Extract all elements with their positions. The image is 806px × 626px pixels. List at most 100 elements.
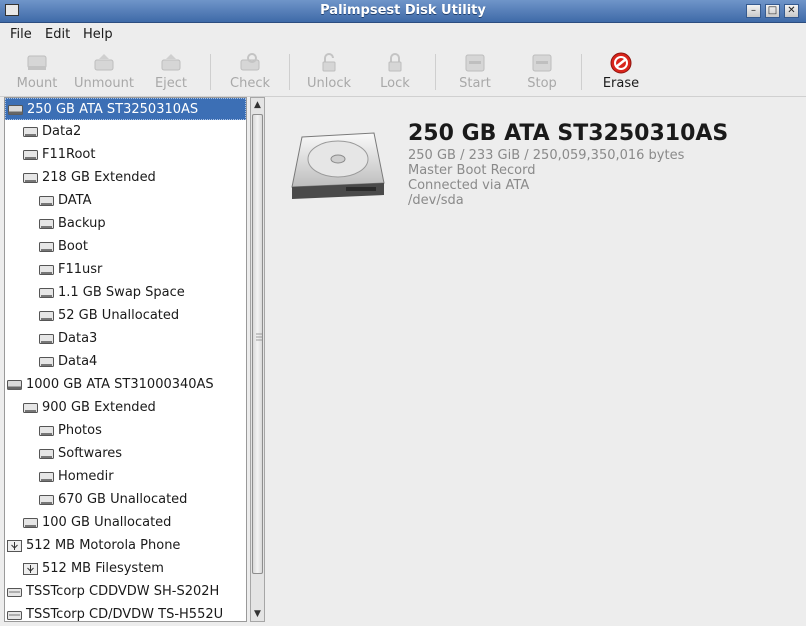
tree-item-label: 52 GB Unallocated <box>58 308 180 323</box>
tree-item[interactable]: 52 GB Unallocated <box>5 305 246 327</box>
tree-item[interactable]: Data3 <box>5 328 246 350</box>
pane-resize-handle[interactable] <box>256 332 262 344</box>
tree-item[interactable]: F11usr <box>5 259 246 281</box>
stop-button[interactable]: Stop <box>512 52 572 91</box>
tree-item-label: 250 GB ATA ST3250310AS <box>27 102 199 117</box>
disk-size: 250 GB / 233 GiB / 250,059,350,016 bytes <box>408 148 685 163</box>
unmount-icon <box>94 54 114 71</box>
volume-icon <box>39 264 54 276</box>
harddisk-large-icon <box>291 132 385 199</box>
scrollbar-thumb[interactable] <box>252 114 263 574</box>
tree-item-label: 218 GB Extended <box>42 170 156 185</box>
volume-icon <box>23 149 38 161</box>
optical-drive-icon <box>7 586 22 598</box>
disk-title: 250 GB ATA ST3250310AS <box>408 121 729 146</box>
volume-icon <box>39 494 54 506</box>
volume-icon <box>39 333 54 345</box>
tree-item[interactable]: 1.1 GB Swap Space <box>5 282 246 304</box>
menu-help[interactable]: Help <box>83 27 113 42</box>
tree-item-label: Boot <box>58 239 88 254</box>
optical-drive-icon <box>7 609 22 621</box>
toolbar-separator <box>289 54 290 90</box>
tree-item-label: Data4 <box>58 354 98 369</box>
tree-item[interactable]: Boot <box>5 236 246 258</box>
tree-item[interactable]: 100 GB Unallocated <box>5 512 246 534</box>
tree-item[interactable]: 1000 GB ATA ST31000340AS <box>5 374 246 396</box>
check-button[interactable]: Check <box>220 52 280 91</box>
start-button[interactable]: Start <box>445 52 505 91</box>
tree-item-label: Backup <box>58 216 106 231</box>
tree-item-label: DATA <box>58 193 92 208</box>
tree-item[interactable]: Backup <box>5 213 246 235</box>
tree-item-label: 512 MB Filesystem <box>42 561 164 576</box>
tree-item[interactable]: 512 MB Motorola Phone <box>5 535 246 557</box>
volume-icon <box>39 241 54 253</box>
stop-icon <box>532 54 552 72</box>
tree-item[interactable]: 250 GB ATA ST3250310AS <box>5 98 246 120</box>
erase-button[interactable]: Erase <box>591 52 651 91</box>
tree-item-label: Softwares <box>58 446 123 461</box>
unmount-button[interactable]: Unmount <box>74 52 134 91</box>
tree-item[interactable]: Data2 <box>5 121 246 143</box>
menu-bar: File Edit Help <box>0 23 806 45</box>
tree-item-label: Data3 <box>58 331 98 346</box>
menu-edit[interactable]: Edit <box>45 27 70 42</box>
minimize-button[interactable]: – <box>746 4 761 18</box>
volume-icon <box>23 172 38 184</box>
harddisk-icon <box>7 379 22 391</box>
detail-pane: 250 GB ATA ST3250310AS 250 GB / 233 GiB … <box>268 97 806 626</box>
scroll-up-arrow[interactable]: ▲ <box>251 98 264 112</box>
menu-file[interactable]: File <box>10 27 32 42</box>
tree-item[interactable]: DATA <box>5 190 246 212</box>
tree-item-label: Homedir <box>58 469 114 484</box>
volume-icon <box>39 195 54 207</box>
lock-icon <box>388 53 402 72</box>
tree-item[interactable]: Photos <box>5 420 246 442</box>
tree-item[interactable]: F11Root <box>5 144 246 166</box>
unlock-icon <box>322 53 336 72</box>
volume-icon <box>23 517 38 529</box>
drive-tree[interactable]: 250 GB ATA ST3250310AS Data2 F11Root 218 GB… <box>4 97 247 622</box>
tree-item[interactable]: 900 GB Extended <box>5 397 246 419</box>
toolbar: Mount Unmount Eject Check Unlock Lock St… <box>0 46 806 97</box>
toolbar-separator <box>435 54 436 90</box>
close-button[interactable]: ✕ <box>784 4 799 18</box>
tree-item[interactable]: 512 MB Filesystem <box>5 558 246 580</box>
mount-button[interactable]: Mount <box>7 52 67 91</box>
tree-item[interactable]: Homedir <box>5 466 246 488</box>
tree-item[interactable]: Softwares <box>5 443 246 465</box>
volume-icon <box>39 218 54 230</box>
disk-connection: Connected via ATA <box>408 178 530 193</box>
tree-item-label: 100 GB Unallocated <box>42 515 172 530</box>
window-title: Palimpsest Disk Utility <box>320 3 486 18</box>
title-bar: Palimpsest Disk Utility – □ ✕ <box>0 0 806 23</box>
tree-item-label: 900 GB Extended <box>42 400 156 415</box>
tree-item-label: Data2 <box>42 124 82 139</box>
eject-button[interactable]: Eject <box>141 52 201 91</box>
unlock-button[interactable]: Unlock <box>299 52 359 91</box>
tree-item[interactable]: Data4 <box>5 351 246 373</box>
tree-item[interactable]: 670 GB Unallocated <box>5 489 246 511</box>
tree-item-label: F11Root <box>42 147 96 162</box>
tree-scrollbar[interactable]: ▲ ▼ <box>250 97 265 622</box>
tree-item[interactable]: TSSTcorp CD/DVDW TS-H552U <box>5 604 246 622</box>
tree-item-label: 670 GB Unallocated <box>58 492 188 507</box>
volume-icon <box>39 425 54 437</box>
maximize-button[interactable]: □ <box>765 4 780 18</box>
tree-item[interactable]: TSSTcorp CDDVDW SH-S202H <box>5 581 246 603</box>
scroll-down-arrow[interactable]: ▼ <box>251 607 264 621</box>
volume-icon <box>39 356 54 368</box>
check-icon <box>240 53 260 71</box>
lock-button[interactable]: Lock <box>365 52 425 91</box>
usb-icon <box>7 540 22 552</box>
tree-item-label: TSSTcorp CD/DVDW TS-H552U <box>26 607 224 622</box>
tree-item-label: 1.1 GB Swap Space <box>58 285 185 300</box>
tree-item-label: 1000 GB ATA ST31000340AS <box>26 377 214 392</box>
volume-icon <box>39 471 54 483</box>
volume-icon <box>39 287 54 299</box>
usb-icon <box>23 563 38 575</box>
volume-icon <box>39 448 54 460</box>
toolbar-separator <box>581 54 582 90</box>
eject-icon <box>161 54 181 71</box>
tree-item[interactable]: 218 GB Extended <box>5 167 246 189</box>
